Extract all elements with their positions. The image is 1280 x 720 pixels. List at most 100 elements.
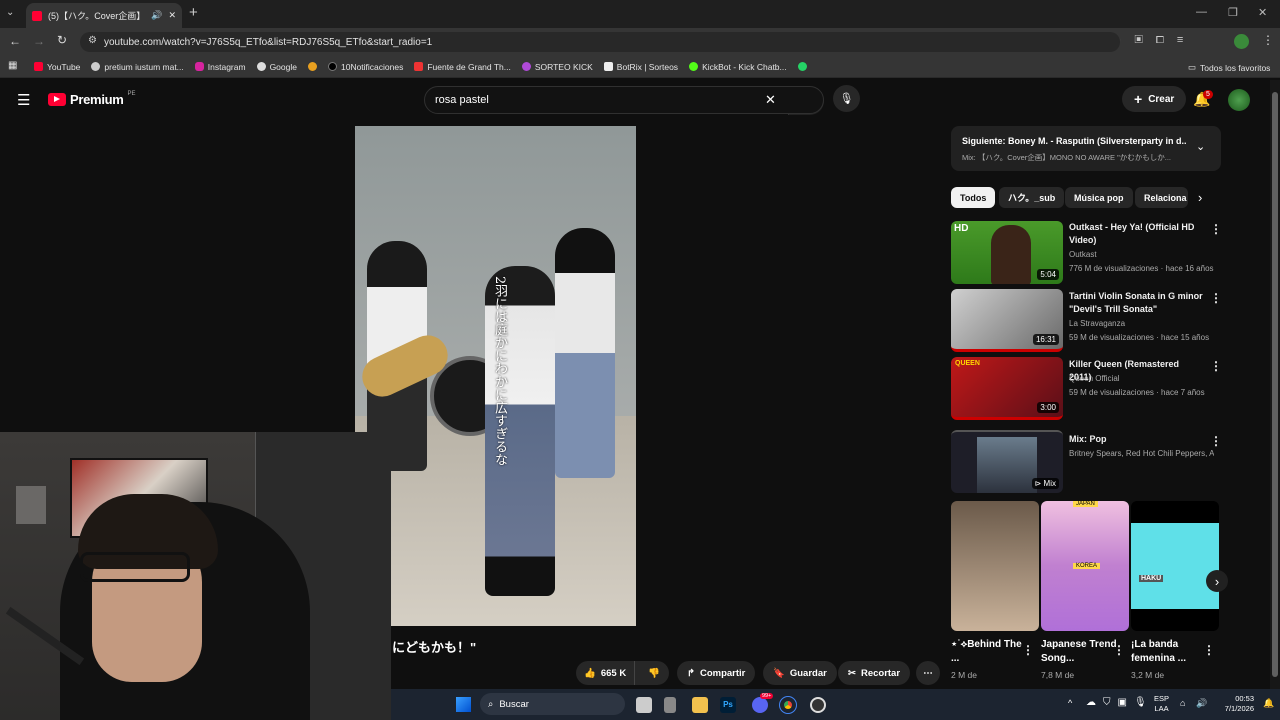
apps-grid-icon[interactable]: ▦ — [8, 60, 17, 71]
save-button[interactable]: 🔖 Guardar — [763, 661, 837, 685]
thumbs-up-icon: 👍 — [584, 667, 596, 679]
hamburger-menu-icon[interactable]: ☰ — [17, 91, 30, 109]
photoshop-icon[interactable]: Ps — [720, 697, 736, 713]
expand-chevron-icon[interactable]: ⌄ — [1196, 140, 1205, 153]
taskbar-search[interactable]: ⌕ Buscar — [480, 693, 625, 715]
like-button[interactable]: 👍 665 K — [576, 661, 636, 685]
cartoon-band — [1131, 523, 1219, 609]
volume-icon[interactable]: 🔊 — [1196, 698, 1207, 709]
account-avatar[interactable] — [1228, 89, 1250, 111]
language-indicator[interactable]: ESP LAA — [1154, 694, 1169, 714]
forward-icon[interactable]: → — [33, 34, 45, 48]
restore-icon[interactable]: ❐ — [1228, 6, 1238, 19]
video-menu-icon[interactable]: ⋮ — [1210, 359, 1222, 373]
playlist-panel[interactable]: Siguiente: Boney M. - Rasputin (Silverst… — [951, 126, 1221, 171]
bookmark-google[interactable]: Google — [256, 62, 297, 72]
bookmark-sorteo-kick[interactable]: SORTEO KICK — [521, 62, 593, 72]
short-thumbnail[interactable]: HAKU — [1131, 501, 1219, 631]
tray-chevron-icon[interactable]: ^ — [1068, 698, 1072, 708]
video-thumbnail[interactable]: 16:31 — [951, 289, 1063, 352]
minimize-icon[interactable]: — — [1196, 6, 1207, 18]
bookmark-x[interactable]: 10Notificaciones — [327, 62, 403, 72]
short-title[interactable]: ¡La banda femenina ... — [1131, 638, 1211, 666]
discord-icon[interactable] — [752, 697, 768, 713]
clip-button[interactable]: ✂ Recortar — [838, 661, 911, 685]
back-icon[interactable]: ← — [9, 34, 21, 48]
file-explorer-icon[interactable] — [692, 697, 708, 713]
video-channel[interactable]: Queen Official — [1069, 372, 1214, 385]
short-thumbnail[interactable]: JAPAN KOREA — [1041, 501, 1129, 631]
scrollbar-thumb[interactable] — [1272, 92, 1278, 677]
chip-todos[interactable]: Todos — [951, 187, 996, 208]
menu-kebab-icon[interactable]: ⋮ — [1262, 33, 1274, 47]
short-menu-icon[interactable]: ⋮ — [1113, 643, 1125, 657]
short-title[interactable]: Japanese Trend Song... — [1041, 638, 1121, 666]
close-tab-icon[interactable]: ✕ — [168, 10, 176, 21]
video-channel[interactable]: Outkast — [1069, 248, 1214, 261]
bookmark-kickbot[interactable]: KickBot - Kick Chatb... — [689, 62, 787, 72]
search-input[interactable]: rosa pastel ✕ — [424, 86, 824, 114]
video-thumbnail[interactable]: QUEEN 3:00 — [951, 357, 1063, 420]
bookmark-instagram[interactable]: Instagram — [194, 62, 246, 72]
region-code: PE — [127, 90, 136, 97]
youtube-logo[interactable]: Premium PE — [48, 90, 136, 107]
bookmark-pinwheel[interactable] — [307, 62, 317, 71]
video-thumbnail[interactable]: HD 5:04 — [951, 221, 1063, 284]
chips-next-chevron-icon[interactable]: › — [1198, 190, 1202, 205]
mix-thumbnail[interactable]: ⊳ Mix — [951, 430, 1063, 493]
short-menu-icon[interactable]: ⋮ — [1203, 643, 1215, 657]
shorts-next-button[interactable]: › — [1206, 570, 1228, 592]
short-thumbnail[interactable] — [951, 501, 1039, 631]
bookmark-fuente[interactable]: Fuente de Grand Th... — [414, 62, 511, 72]
video-menu-icon[interactable]: ⋮ — [1210, 291, 1222, 305]
clock[interactable]: 00:53 7/1/2026 — [1218, 694, 1254, 714]
chip-haku-sub[interactable]: ハク。_sub — [999, 187, 1065, 208]
chip-relacionados[interactable]: Relaciona — [1135, 187, 1188, 208]
video-menu-icon[interactable]: ⋮ — [1210, 434, 1222, 448]
share-button[interactable]: ↱ Compartir — [677, 661, 756, 685]
profile-avatar[interactable] — [1234, 34, 1249, 49]
site-info-icon[interactable]: ⚙ — [88, 35, 97, 46]
windows-start-icon[interactable] — [456, 697, 471, 712]
notifications-tray-icon[interactable]: 🔔 — [1263, 698, 1274, 709]
bookmark-whatsapp[interactable] — [797, 62, 807, 71]
all-bookmarks-folder[interactable]: ▭ Todos los favoritos — [1188, 62, 1270, 73]
video-player[interactable]: 2羽には庭かにわかに広すぎるな — [355, 126, 636, 626]
japan-label: JAPAN — [1073, 501, 1098, 507]
webcam-overlay — [0, 432, 391, 720]
voice-search-mic-icon[interactable]: 🎙 — [833, 85, 860, 112]
vertical-caption: 2羽には庭かにわかに広すぎるな — [492, 276, 507, 467]
chip-musica-pop[interactable]: Música pop — [1065, 187, 1133, 208]
obs-icon[interactable] — [810, 697, 826, 713]
close-window-icon[interactable]: ✕ — [1258, 6, 1267, 19]
app-icon[interactable] — [664, 697, 676, 713]
short-title[interactable]: ⋆˙⟡Behind The ... — [951, 638, 1031, 666]
search-query: rosa pastel — [435, 94, 489, 106]
video-title[interactable]: Tartini Violin Sonata in G minor "Devil'… — [1069, 290, 1204, 316]
bookmark-pretium[interactable]: pretium iustum mat... — [91, 62, 184, 72]
network-icon[interactable]: ⌂ — [1180, 698, 1185, 708]
dislike-button[interactable]: 👎 — [640, 668, 668, 679]
bookmark-youtube[interactable]: YouTube — [34, 62, 80, 72]
video-channel[interactable]: La Stravaganza — [1069, 317, 1214, 330]
tray-icons[interactable]: ☁⛉▣🎙 — [1086, 697, 1154, 708]
task-view-icon[interactable] — [636, 697, 652, 713]
mix-title[interactable]: Mix: Pop — [1069, 433, 1204, 446]
like-dislike-group: 👍 665 K 👎 — [576, 661, 669, 685]
new-tab-button[interactable]: + — [189, 4, 198, 21]
url-field[interactable]: ⚙ youtube.com/watch?v=J76S5q_ETfo&list=R… — [80, 32, 1120, 52]
tab-search-button[interactable]: ⌄ — [6, 7, 14, 18]
reload-icon[interactable]: ↻ — [57, 33, 67, 47]
bookmark-botrix[interactable]: BotRix | Sorteos — [603, 62, 678, 72]
browser-tab[interactable]: (5)【ハク。Cover企画】MONO 🔊 ✕ — [26, 3, 182, 28]
chrome-icon[interactable] — [779, 696, 797, 714]
video-subtitle: にどもかも！" — [392, 640, 477, 655]
more-actions-button[interactable]: ⋯ — [916, 661, 940, 685]
create-button[interactable]: + Crear — [1122, 86, 1187, 112]
speaker-icon[interactable]: 🔊 — [151, 10, 162, 21]
clear-search-icon[interactable]: ✕ — [765, 92, 776, 108]
youtube-icon — [34, 62, 43, 71]
short-menu-icon[interactable]: ⋮ — [1022, 643, 1034, 657]
video-menu-icon[interactable]: ⋮ — [1210, 222, 1222, 236]
video-title[interactable]: Outkast - Hey Ya! (Official HD Video) — [1069, 221, 1204, 247]
